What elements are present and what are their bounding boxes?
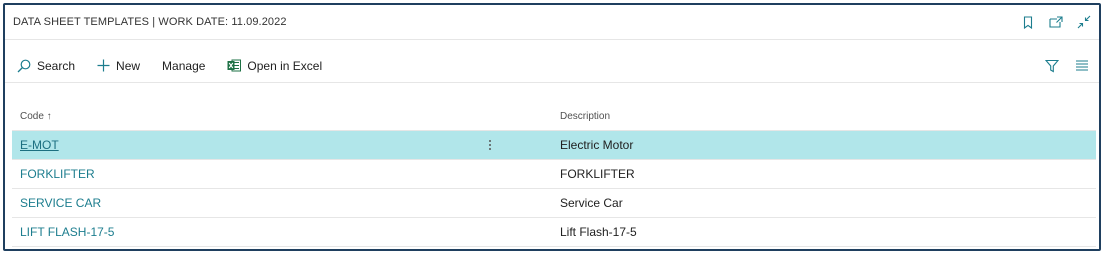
action-bar: Search New Manage Open in Excel <box>5 49 1099 83</box>
row-description: Lift Flash-17-5 <box>560 225 637 239</box>
excel-icon <box>227 59 242 72</box>
column-header-code[interactable]: Code ↑ <box>12 111 558 122</box>
table-row[interactable]: SERVICE CAR Service Car <box>12 189 1096 218</box>
table-row[interactable]: LIFT FLASH-17-5 Lift Flash-17-5 <box>12 218 1096 247</box>
filter-icon[interactable] <box>1045 59 1059 73</box>
column-header-description[interactable]: Description <box>558 111 610 122</box>
title-icons <box>1021 15 1091 29</box>
row-code-link[interactable]: FORKLIFTER <box>12 167 558 181</box>
plus-icon <box>97 59 110 72</box>
search-icon <box>17 59 31 73</box>
title-bar: DATA SHEET TEMPLATES | WORK DATE: 11.09.… <box>5 5 1099 40</box>
open-new-window-icon[interactable] <box>1049 15 1063 29</box>
search-button[interactable]: Search <box>17 59 75 73</box>
row-description: FORKLIFTER <box>560 167 635 181</box>
action-bar-right <box>1045 59 1089 73</box>
manage-button[interactable]: Manage <box>162 59 205 73</box>
search-label: Search <box>37 58 76 73</box>
page-title: DATA SHEET TEMPLATES | WORK DATE: 11.09.… <box>13 16 287 28</box>
row-code-link[interactable]: LIFT FLASH-17-5 <box>12 225 558 239</box>
row-description: Service Car <box>560 196 623 210</box>
new-label: New <box>116 58 141 73</box>
row-description: Electric Motor <box>560 138 634 152</box>
list-view-icon[interactable] <box>1075 59 1089 73</box>
bookmark-icon[interactable] <box>1021 15 1035 29</box>
row-code-link[interactable]: E-MOT <box>12 138 558 152</box>
row-menu-icon[interactable] <box>484 137 496 153</box>
excel-label: Open in Excel <box>247 58 323 73</box>
open-in-excel-button[interactable]: Open in Excel <box>227 59 322 73</box>
table-row[interactable]: E-MOT Electric Motor <box>12 131 1096 160</box>
collapse-icon[interactable] <box>1077 15 1091 29</box>
table-header: Code ↑ Description <box>12 103 1096 131</box>
new-button[interactable]: New <box>97 59 140 73</box>
row-code-link[interactable]: SERVICE CAR <box>12 196 558 210</box>
manage-label: Manage <box>162 58 206 73</box>
page-frame: DATA SHEET TEMPLATES | WORK DATE: 11.09.… <box>3 3 1101 251</box>
table-row[interactable]: FORKLIFTER FORKLIFTER <box>12 160 1096 189</box>
templates-table: Code ↑ Description E-MOT Electric Motor … <box>12 103 1096 247</box>
